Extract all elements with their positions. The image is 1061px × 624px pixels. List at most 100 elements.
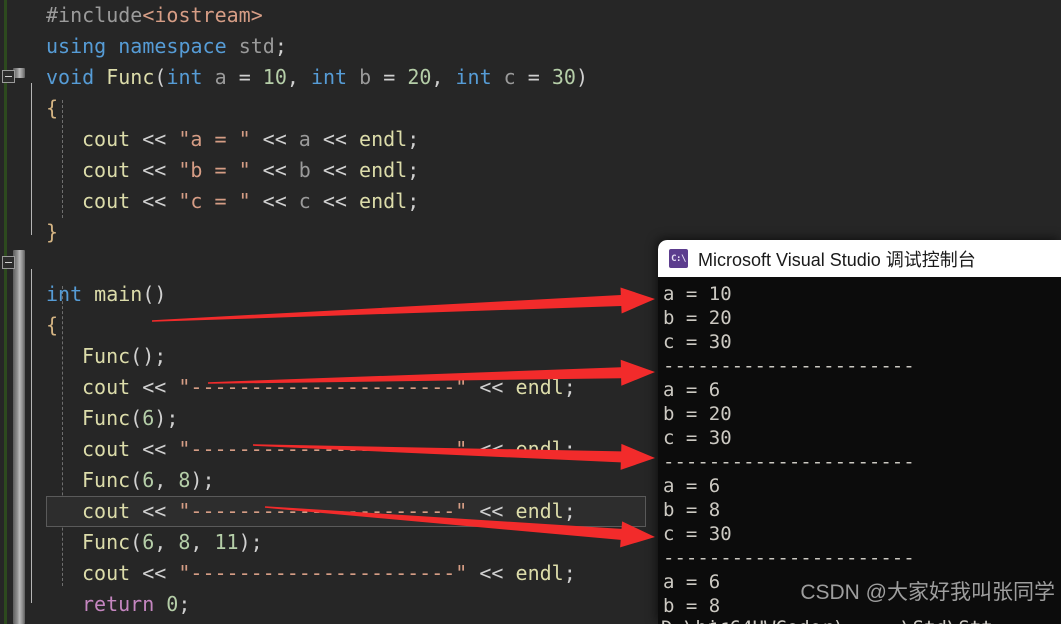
code-token: endl xyxy=(515,561,564,585)
code-token: ; xyxy=(563,499,576,523)
code-line[interactable]: Func(); xyxy=(82,341,166,372)
console-title-bar[interactable]: C:\ Microsoft Visual Studio 调试控制台 xyxy=(658,240,1061,277)
code-token: () xyxy=(130,344,155,368)
code-line[interactable]: Func(6, 8, 11); xyxy=(82,527,263,558)
fold-guide-main xyxy=(31,269,32,603)
code-line[interactable]: int main() xyxy=(46,279,166,310)
csdn-watermark: CSDN @大家好我叫张同学 xyxy=(800,581,1055,604)
console-line: c = 30 xyxy=(663,427,732,449)
code-line[interactable]: #include<iostream> xyxy=(46,0,263,31)
code-line[interactable]: cout << "a = " << a << endl; xyxy=(82,124,419,155)
code-token: ) xyxy=(575,65,588,89)
code-line[interactable]: } xyxy=(46,217,58,248)
code-token: ; xyxy=(407,189,420,213)
code-line[interactable]: cout << "----------------------" << endl… xyxy=(82,558,576,589)
console-exit-path-line: D:\hi 64HWCoder) ... \Std\Stt.. ...exe xyxy=(661,617,1061,624)
code-token: 30 xyxy=(551,65,576,89)
code-token: ; xyxy=(154,344,167,368)
code-token: "a = " xyxy=(178,127,251,151)
console-line: ---------------------- xyxy=(663,451,915,473)
code-token: Func xyxy=(82,344,131,368)
console-line: b = 8 xyxy=(663,499,721,521)
code-token: , xyxy=(190,530,215,554)
code-token: endl xyxy=(359,189,408,213)
code-token: 20 xyxy=(407,65,432,89)
console-line: b = 20 xyxy=(663,307,732,329)
console-title-text: Microsoft Visual Studio 调试控制台 xyxy=(698,249,976,270)
code-token: using xyxy=(46,34,107,58)
code-token: ; xyxy=(250,530,263,554)
code-line[interactable]: cout << "b = " << b << endl; xyxy=(82,155,419,186)
code-token: << xyxy=(262,127,287,151)
code-line[interactable]: Func(6, 8); xyxy=(82,465,215,496)
code-line[interactable]: } xyxy=(46,620,58,624)
code-token: 8 xyxy=(178,468,191,492)
code-token: "c = " xyxy=(178,189,251,213)
code-token: 8 xyxy=(178,530,191,554)
code-token: , xyxy=(154,468,179,492)
code-token: Func xyxy=(106,65,155,89)
code-token: a xyxy=(298,127,311,151)
code-token: b xyxy=(359,65,372,89)
code-token: "b = " xyxy=(178,158,251,182)
code-line[interactable]: cout << "----------------------" << endl… xyxy=(82,496,576,527)
code-token: void xyxy=(46,65,95,89)
console-line: a = 6 xyxy=(663,379,721,401)
code-token: cout xyxy=(82,561,131,585)
code-token: cout xyxy=(82,375,131,399)
code-line[interactable]: { xyxy=(46,93,58,124)
code-token: ; xyxy=(563,375,576,399)
code-token: << xyxy=(142,127,167,151)
code-token: ; xyxy=(178,592,191,616)
code-token: ( xyxy=(130,530,143,554)
console-line: a = 10 xyxy=(663,283,732,305)
screenshot-root: #include<iostream> using namespace std; vo… xyxy=(0,0,1061,624)
code-token: ) xyxy=(190,468,203,492)
code-token: << xyxy=(142,158,167,182)
cmd-prompt-icon: C:\ xyxy=(669,249,688,268)
code-token: , xyxy=(431,65,456,89)
fold-toggle-func[interactable] xyxy=(2,70,15,83)
console-window[interactable]: C:\ Microsoft Visual Studio 调试控制台 a = 10… xyxy=(658,240,1061,624)
code-line[interactable]: cout << "c = " << c << endl; xyxy=(82,186,419,217)
code-line[interactable]: void Func(int a = 10, int b = 20, int c … xyxy=(46,62,588,93)
code-token: <iostream> xyxy=(142,3,263,27)
code-token: c xyxy=(298,189,311,213)
gutter-scroll-thumb[interactable] xyxy=(13,256,25,624)
code-line[interactable]: cout << "----------------------" << endl… xyxy=(82,372,576,403)
code-line[interactable]: return 0; xyxy=(82,589,190,620)
code-line[interactable]: { xyxy=(46,310,58,341)
console-line: b = 20 xyxy=(663,403,732,425)
code-line[interactable]: Func(6); xyxy=(82,403,178,434)
code-line[interactable]: using namespace std; xyxy=(46,31,287,62)
code-token: 6 xyxy=(142,530,155,554)
code-token: c xyxy=(503,65,516,89)
code-token: ; xyxy=(407,158,420,182)
code-token: << xyxy=(142,437,167,461)
code-token: ; xyxy=(166,406,179,430)
fold-toggle-main[interactable] xyxy=(2,256,15,269)
code-line[interactable]: cout << "----------------------" << endl… xyxy=(82,434,576,465)
